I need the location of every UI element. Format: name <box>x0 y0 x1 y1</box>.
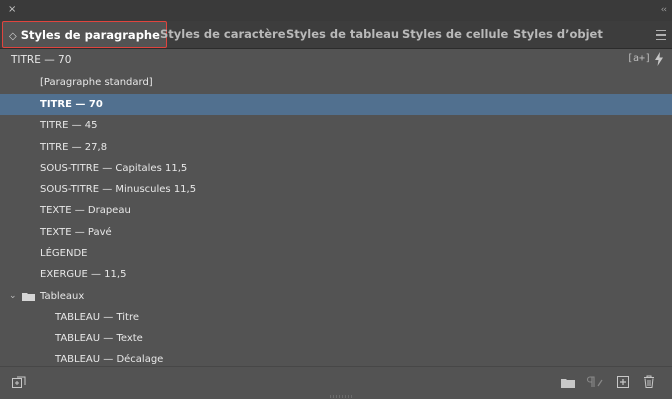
tab-cell-styles[interactable]: Styles de cellule <box>402 21 508 48</box>
list-item[interactable]: TITRE — 45 <box>0 115 672 136</box>
panel-tab-bar: ◇ Styles de paragraphe Styles de caractèr… <box>0 21 672 49</box>
lightning-icon[interactable] <box>654 52 664 66</box>
style-label: TABLEAU — Texte <box>55 333 143 344</box>
style-label: TEXTE — Pavé <box>40 227 112 238</box>
list-item[interactable]: [Paragraphe standard] <box>0 72 672 93</box>
style-label: TABLEAU — Titre <box>55 312 139 323</box>
tab-paragraph-styles[interactable]: ◇ Styles de paragraphe <box>2 21 167 48</box>
tab-label: Styles de caractère <box>160 27 286 41</box>
list-item[interactable]: SOUS-TITRE — Capitales 11,5 <box>0 158 672 179</box>
style-label: TEXTE — Drapeau <box>40 205 131 216</box>
style-label: EXERGUE — 11,5 <box>40 269 127 280</box>
new-group-folder-icon[interactable] <box>561 377 575 389</box>
clear-overrides-icon[interactable] <box>586 376 604 388</box>
load-styles-icon[interactable] <box>12 376 26 388</box>
list-item-selected[interactable]: TITRE — 70 <box>0 94 672 115</box>
tab-object-styles[interactable]: Styles d’objet <box>513 21 603 48</box>
list-item[interactable]: TEXTE — Drapeau <box>0 200 672 221</box>
style-label: SOUS-TITRE — Minuscules 11,5 <box>40 184 197 195</box>
current-style-name: TITRE — 70 <box>11 54 72 66</box>
close-icon[interactable]: × <box>8 5 16 15</box>
list-item[interactable]: TITRE — 27,8 <box>0 137 672 158</box>
tab-label: Styles de cellule <box>402 27 509 41</box>
tab-table-styles[interactable]: Styles de tableau <box>286 21 399 48</box>
chevron-down-icon[interactable]: ⌄ <box>9 286 17 307</box>
style-label: SOUS-TITRE — Capitales 11,5 <box>40 163 188 174</box>
new-style-icon[interactable] <box>617 376 629 388</box>
list-item[interactable]: TABLEAU — Titre <box>0 307 672 328</box>
clear-overrides-icon[interactable]: [a+] <box>627 53 651 64</box>
style-label: [Paragraphe standard] <box>40 77 153 88</box>
style-label: LÉGENDE <box>40 248 88 259</box>
style-label: TITRE — 45 <box>40 120 98 131</box>
panel-title-bar: × ‹‹ <box>0 0 672 21</box>
delete-trash-icon[interactable] <box>643 375 655 388</box>
current-style-header: TITRE — 70 [a+] <box>0 49 672 72</box>
list-item[interactable]: TABLEAU — Texte <box>0 328 672 349</box>
style-label: TITRE — 27,8 <box>40 142 108 153</box>
tab-label: Styles d’objet <box>513 27 603 41</box>
tab-character-styles[interactable]: Styles de caractère <box>160 21 286 48</box>
tab-label: Styles de paragraphe <box>20 28 160 42</box>
style-label: TITRE — 70 <box>40 99 103 110</box>
paragraph-styles-panel: × ‹‹ ◇ Styles de paragraphe Styles de car… <box>0 0 672 399</box>
list-item[interactable]: TEXTE — Pavé <box>0 222 672 243</box>
hamburger-menu-icon[interactable] <box>656 27 668 41</box>
folder-icon <box>22 293 35 301</box>
collapse-panel-icon[interactable]: ‹‹ <box>661 5 667 15</box>
list-item[interactable]: EXERGUE — 11,5 <box>0 264 672 285</box>
list-item[interactable]: LÉGENDE <box>0 243 672 264</box>
group-label: Tableaux <box>40 291 85 302</box>
style-group-tableaux[interactable]: ⌄ Tableaux <box>0 286 672 307</box>
list-item[interactable]: SOUS-TITRE — Minuscules 11,5 <box>0 179 672 200</box>
tab-reorder-icon: ◇ <box>9 31 17 42</box>
tab-label: Styles de tableau <box>286 27 400 41</box>
